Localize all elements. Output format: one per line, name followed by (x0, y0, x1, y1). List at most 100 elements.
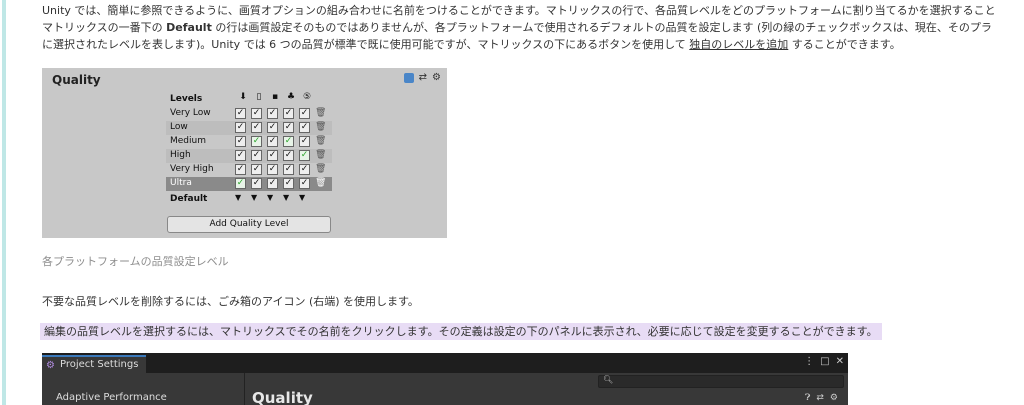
trash-icon[interactable]: 🗑︎ (315, 122, 326, 133)
platform-checkboxes: ✓ ✓ ✓ ✓ ✓ 🗑︎ (235, 178, 326, 189)
default-keyword: Default (166, 21, 212, 34)
trash-icon[interactable]: 🗑︎ (315, 178, 326, 189)
platform-checkbox[interactable]: ✓ (299, 108, 310, 119)
intro-paragraph: Unity では、簡単に参照できるように、画質オプションの組み合わせに名前をつけ… (42, 2, 1022, 53)
pane-divider (244, 373, 245, 405)
edit-paragraph-highlighted: 編集の品質レベルを選択するには、マトリックスでその名前をクリックします。その定義… (40, 323, 882, 340)
platform-checkboxes: ✓ ✓ ✓ ✓ ✓ 🗑︎ (235, 122, 326, 133)
tab-label: Project Settings (60, 359, 139, 370)
platform-checkbox[interactable]: ✓ (283, 178, 294, 189)
platform-checkbox[interactable]: ✓ (251, 150, 262, 161)
sidebar-item-adaptive-performance[interactable]: Adaptive Performance (56, 392, 167, 403)
dropdown-arrow-icon[interactable]: ▼ (267, 193, 283, 202)
preset-sliders-icon[interactable]: ⇄ (816, 393, 824, 403)
dropdown-arrow-icon[interactable]: ▼ (299, 193, 315, 202)
platform-checkbox[interactable]: ✓ (283, 122, 294, 133)
platform-checkboxes: ✓ ✓ ✓ ✓ ✓ 🗑︎ (235, 164, 326, 175)
project-settings-window: ⚙ Project Settings ⋮ □ ✕ 🔍︎ Adaptive Per… (42, 353, 848, 405)
default-level-checkbox[interactable]: ✓ (299, 150, 310, 161)
platform-checkbox[interactable]: ✓ (251, 178, 262, 189)
doc-content: Unity では、簡単に参照できるように、画質オプションの組み合わせに名前をつけ… (0, 0, 1024, 405)
trash-icon[interactable]: 🗑︎ (315, 136, 326, 147)
default-row: Default ▼ ▼ ▼ ▼ ▼ (166, 193, 332, 207)
settings-search-input[interactable]: 🔍︎ (598, 375, 844, 388)
add-level-link[interactable]: 独自のレベルを追加 (689, 38, 788, 51)
add-quality-level-button[interactable]: Add Quality Level (167, 216, 331, 233)
mobile-icon: ▯ (256, 92, 262, 102)
preset-sliders-icon: ⇄ (418, 72, 428, 83)
platform-checkbox[interactable]: ✓ (283, 164, 294, 175)
platform-checkbox[interactable]: ✓ (267, 150, 278, 161)
dropdown-arrow-icon[interactable]: ▼ (283, 193, 299, 202)
quality-panel-image: Quality ⇄ ⚙ Levels ⬇ ▯ ▪ ♣ ⑤ Very Low ✓ ✓ ✓… (42, 68, 447, 238)
intro-line-1: Unity では、簡単に参照できるように、画質オプションの組み合わせに名前をつけ… (42, 4, 996, 17)
quality-row[interactable]: Low ✓ ✓ ✓ ✓ ✓ 🗑︎ (166, 121, 332, 135)
platform-checkbox[interactable]: ✓ (235, 122, 246, 133)
search-icon: 🔍︎ (603, 375, 614, 384)
trash-icon[interactable]: 🗑︎ (315, 150, 326, 161)
platform-checkbox[interactable]: ✓ (283, 150, 294, 161)
platform-checkbox[interactable]: ✓ (235, 150, 246, 161)
delete-paragraph: 不要な品質レベルを削除するには、ごみ箱のアイコン (右端) を使用します。 (42, 295, 419, 308)
trash-icon[interactable]: 🗑︎ (315, 164, 326, 175)
platform-checkbox[interactable]: ✓ (235, 136, 246, 147)
gear-icon: ⚙ (432, 72, 441, 83)
close-icon[interactable]: ✕ (836, 356, 844, 367)
quality-row[interactable]: Very Low ✓ ✓ ✓ ✓ ✓ 🗑︎ (166, 107, 332, 121)
quality-level-rows: Very Low ✓ ✓ ✓ ✓ ✓ 🗑︎ Low ✓ ✓ ✓ ✓ ✓ 🗑︎ Medium ✓ ✓ ✓ ✓ ✓ 🗑︎ Hi… (166, 107, 332, 191)
gear-icon[interactable]: ⚙ (830, 393, 838, 403)
window-tab-bar: ⚙ Project Settings ⋮ □ ✕ (42, 353, 848, 373)
quality-row-label[interactable]: Ultra (170, 178, 192, 188)
platform-checkbox[interactable]: ✓ (251, 122, 262, 133)
platform-checkbox[interactable]: ✓ (267, 136, 278, 147)
quality-panel-tools: ⇄ ⚙ (403, 72, 441, 83)
quality-row-label[interactable]: High (170, 150, 191, 160)
default-level-checkbox[interactable]: ✓ (251, 136, 262, 147)
platform-checkbox[interactable]: ✓ (283, 108, 294, 119)
figure-caption: 各プラットフォームの品質設定レベル (42, 255, 229, 268)
platform-checkbox[interactable]: ✓ (267, 108, 278, 119)
platform-checkbox[interactable]: ✓ (235, 108, 246, 119)
quality-row-label[interactable]: Medium (170, 136, 206, 146)
quality-row-label[interactable]: Very Low (170, 108, 211, 118)
intro-line-2: マトリックスの一番下の Default の行は画質設定そのものではありませんが、… (42, 21, 992, 34)
platform-checkbox[interactable]: ✓ (299, 136, 310, 147)
platform-checkbox[interactable]: ✓ (235, 164, 246, 175)
platform-checkbox[interactable]: ✓ (299, 178, 310, 189)
quality-row[interactable]: Medium ✓ ✓ ✓ ✓ ✓ 🗑︎ (166, 135, 332, 149)
platform-checkbox[interactable]: ✓ (299, 164, 310, 175)
platform-checkbox[interactable]: ✓ (251, 164, 262, 175)
dropdown-arrow-icon[interactable]: ▼ (235, 193, 251, 202)
default-dropdowns: ▼ ▼ ▼ ▼ ▼ (235, 193, 315, 202)
dropdown-arrow-icon[interactable]: ▼ (251, 193, 267, 202)
platform-checkbox[interactable]: ✓ (299, 122, 310, 133)
default-level-checkbox[interactable]: ✓ (283, 136, 294, 147)
quality-row-label[interactable]: Very High (170, 164, 214, 174)
android-icon: ♣ (286, 92, 296, 102)
default-label: Default (170, 194, 208, 204)
platform-checkbox[interactable]: ✓ (267, 122, 278, 133)
platform-checkbox[interactable]: ✓ (251, 108, 262, 119)
tv-icon: ▪ (271, 92, 279, 102)
tab-project-settings[interactable]: ⚙ Project Settings (42, 355, 146, 373)
platform-checkboxes: ✓ ✓ ✓ ✓ ✓ 🗑︎ (235, 150, 326, 161)
quality-row-label[interactable]: Low (170, 122, 188, 132)
quality-row[interactable]: High ✓ ✓ ✓ ✓ ✓ 🗑︎ (166, 149, 332, 163)
platform-checkboxes: ✓ ✓ ✓ ✓ ✓ 🗑︎ (235, 108, 326, 119)
help-book-icon (403, 72, 414, 83)
help-icon[interactable]: ❓︎ (805, 393, 810, 403)
levels-header: Levels (170, 94, 203, 104)
platform-checkbox[interactable]: ✓ (267, 178, 278, 189)
more-icon[interactable]: ⋮ (804, 356, 814, 367)
trash-icon[interactable]: 🗑︎ (315, 108, 326, 119)
maximize-icon[interactable]: □ (820, 356, 829, 367)
quality-row[interactable]: Ultra ✓ ✓ ✓ ✓ ✓ 🗑︎ (166, 177, 332, 191)
settings-page-tools: ❓︎ ⇄ ⚙ (805, 393, 838, 403)
platform-checkbox[interactable]: ✓ (267, 164, 278, 175)
html5-icon: ⑤ (302, 92, 312, 102)
settings-page-title: Quality (252, 389, 313, 405)
window-controls: ⋮ □ ✕ (804, 356, 844, 367)
default-level-checkbox[interactable]: ✓ (235, 178, 246, 189)
quality-row[interactable]: Very High ✓ ✓ ✓ ✓ ✓ 🗑︎ (166, 163, 332, 177)
settings-sidebar: Adaptive Performance (42, 390, 242, 405)
